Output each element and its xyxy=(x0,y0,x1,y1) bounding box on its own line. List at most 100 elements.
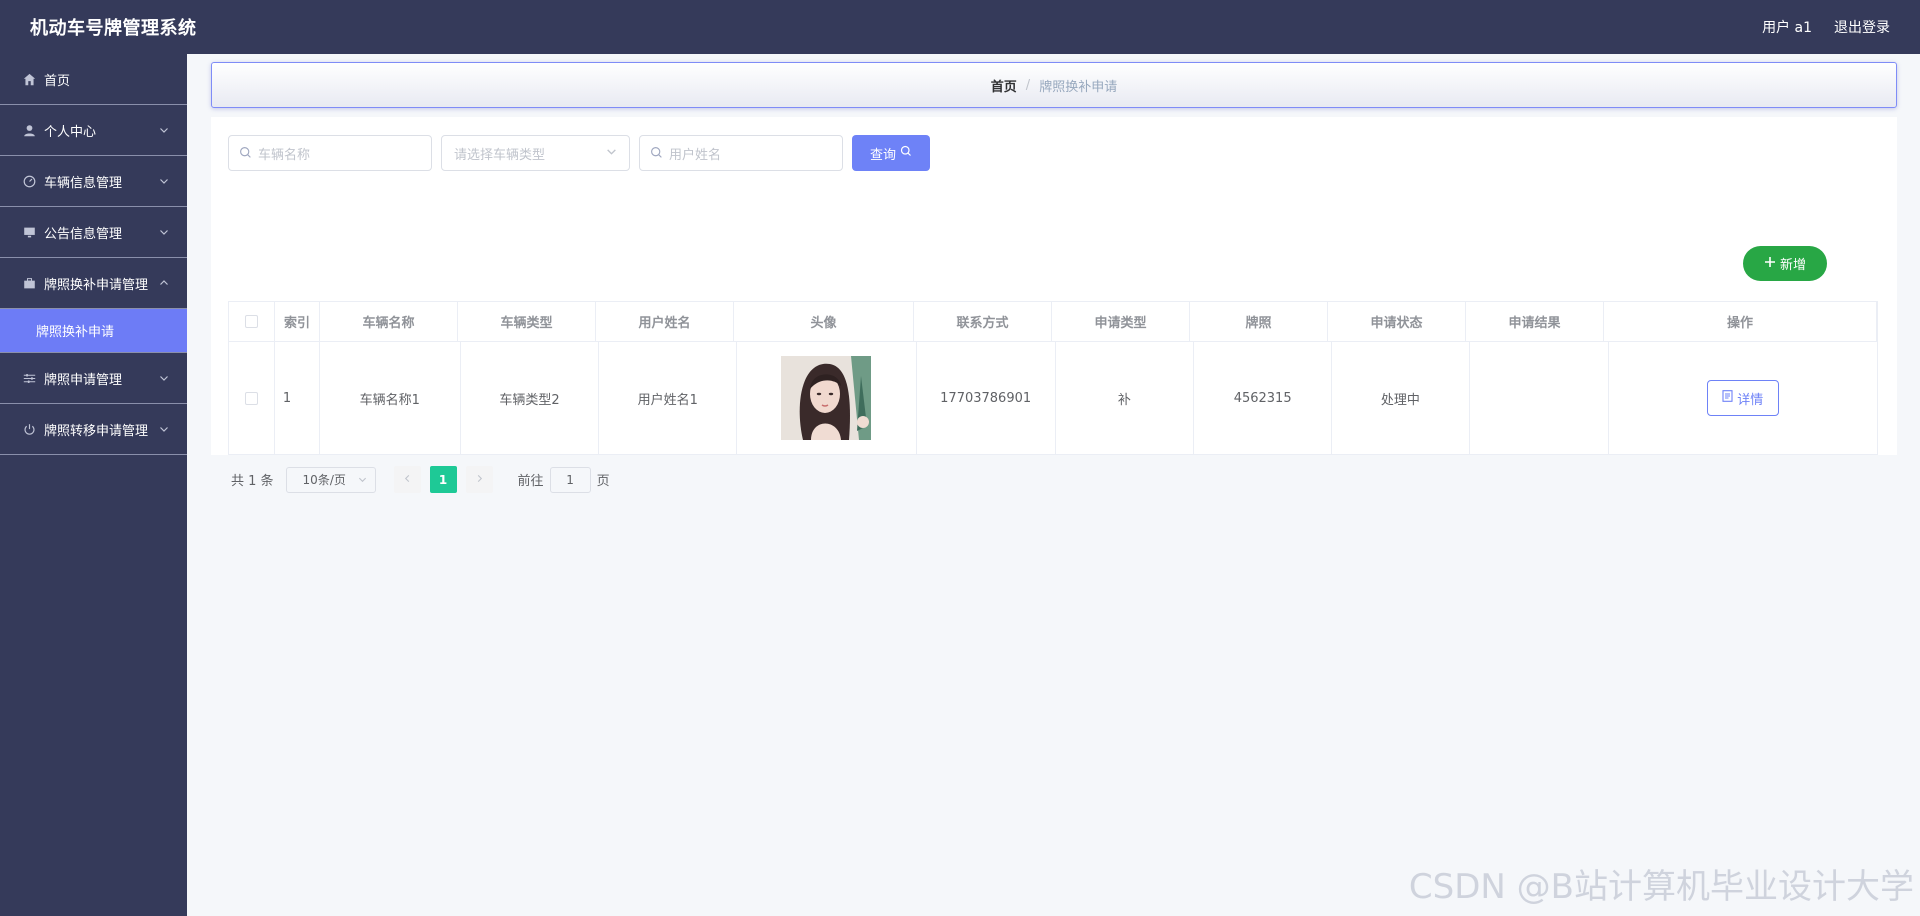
user-name-placeholder: 用户姓名 xyxy=(669,147,722,163)
main-content: 首页 / 牌照换补申请 车辆名称 请选择车辆类型 用户姓名 查询 新增 索引 车… xyxy=(187,54,1920,916)
vehicle-type-select[interactable]: 请选择车辆类型 xyxy=(441,135,630,171)
sidebar-item-label: 首页 xyxy=(44,73,71,89)
query-button[interactable]: 查询 xyxy=(852,135,930,171)
page-size-select[interactable]: 10条/页 xyxy=(285,466,376,493)
sidebar-item-vehicle-info[interactable]: 车辆信息管理 xyxy=(0,156,187,207)
column-header: 车辆类型 xyxy=(458,302,596,341)
goto-suffix: 页 xyxy=(596,474,610,489)
content-panel: 车辆名称 请选择车辆类型 用户姓名 查询 新增 索引 车辆名称 车辆类型 用户姓… xyxy=(211,117,1897,493)
vehicle-name-cell: 车辆名称1 xyxy=(320,342,461,454)
sidebar-item-personal-center[interactable]: 个人中心 xyxy=(0,105,187,156)
user-icon xyxy=(22,123,36,137)
column-header: 车辆名称 xyxy=(320,302,458,341)
home-icon xyxy=(22,72,36,86)
sidebar-item-notice-info[interactable]: 公告信息管理 xyxy=(0,207,187,258)
document-icon xyxy=(1722,390,1733,406)
chevron-down-icon xyxy=(157,422,171,436)
header-select-all xyxy=(229,302,275,341)
top-header: 机动车号牌管理系统 用户 a1 退出登录 xyxy=(0,0,1920,54)
sliders-icon xyxy=(22,371,36,385)
table-header: 索引 车辆名称 车辆类型 用户姓名 头像 联系方式 申请类型 牌照 申请状态 申… xyxy=(228,301,1878,342)
row-select-cell xyxy=(229,342,275,454)
sidebar-item-label: 公告信息管理 xyxy=(44,226,123,242)
sidebar-item-label: 牌照申请管理 xyxy=(44,372,123,388)
action-cell: 详情 xyxy=(1609,342,1879,454)
pagination: 共 1 条 10条/页 1 前往 1 页 xyxy=(231,466,610,493)
monitor-icon xyxy=(22,225,36,239)
breadcrumb: 首页 / 牌照换补申请 xyxy=(211,62,1897,108)
detail-button[interactable]: 详情 xyxy=(1706,380,1779,416)
avatar[interactable] xyxy=(781,356,872,440)
status-cell: 处理中 xyxy=(1332,342,1470,454)
chevron-right-icon xyxy=(475,472,484,487)
breadcrumb-separator: / xyxy=(1025,77,1031,93)
row-checkbox[interactable] xyxy=(244,391,258,405)
chevron-left-icon xyxy=(403,472,412,487)
result-cell xyxy=(1470,342,1609,454)
chevron-down-icon xyxy=(157,174,171,188)
breadcrumb-home[interactable]: 首页 xyxy=(991,76,1017,95)
column-header: 操作 xyxy=(1604,302,1877,341)
sidebar-item-label: 车辆信息管理 xyxy=(44,175,123,191)
plate-cell: 4562315 xyxy=(1194,342,1333,454)
select-all-checkbox[interactable] xyxy=(245,315,258,328)
sidebar-item-plate-apply[interactable]: 牌照申请管理 xyxy=(0,353,187,404)
column-header: 申请类型 xyxy=(1052,302,1190,341)
search-icon xyxy=(239,146,253,160)
search-icon xyxy=(650,146,664,160)
sidebar-item-plate-replace[interactable]: 牌照换补申请管理 xyxy=(0,258,187,309)
table-row: 1 车辆名称1 车辆类型2 用户姓名1 17703786901 补 456231… xyxy=(228,342,1879,455)
index-cell: 1 xyxy=(275,342,320,454)
vehicle-type-cell: 车辆类型2 xyxy=(461,342,600,454)
sidebar-item-label: 牌照换补申请管理 xyxy=(44,277,149,293)
detail-button-label: 详情 xyxy=(1737,392,1764,408)
vehicle-type-placeholder: 请选择车辆类型 xyxy=(454,147,546,163)
sidebar-item-label: 牌照转移申请管理 xyxy=(44,423,149,439)
column-header: 用户姓名 xyxy=(596,302,734,341)
sidebar-subitem-plate-replace-apply[interactable]: 牌照换补申请 xyxy=(0,309,187,353)
vehicle-name-input[interactable]: 车辆名称 xyxy=(228,135,432,171)
column-header: 索引 xyxy=(275,302,320,341)
chevron-down-icon xyxy=(157,225,171,239)
current-user-label[interactable]: 用户 a1 xyxy=(1762,17,1812,37)
page-number-current[interactable]: 1 xyxy=(429,466,457,493)
query-button-label: 查询 xyxy=(869,147,896,163)
apply-type-cell: 补 xyxy=(1056,342,1195,454)
dashboard-icon xyxy=(22,174,36,188)
user-name-input[interactable]: 用户姓名 xyxy=(639,135,843,171)
search-bar: 车辆名称 请选择车辆类型 用户姓名 查询 xyxy=(228,135,930,171)
search-icon xyxy=(900,145,912,161)
prev-page-button[interactable] xyxy=(393,466,421,493)
goto-page-input[interactable]: 1 xyxy=(549,466,591,493)
power-icon xyxy=(22,422,36,436)
data-table: 索引 车辆名称 车辆类型 用户姓名 头像 联系方式 申请类型 牌照 申请状态 申… xyxy=(228,301,1879,455)
pagination-total: 共 1 条 xyxy=(231,474,274,489)
avatar-cell xyxy=(737,342,917,454)
add-button-label: 新增 xyxy=(1779,258,1806,273)
app-title: 机动车号牌管理系统 xyxy=(30,18,197,39)
add-button[interactable]: 新增 xyxy=(1743,246,1827,281)
column-header: 牌照 xyxy=(1190,302,1328,341)
chevron-down-icon xyxy=(157,371,171,385)
plus-icon xyxy=(1764,256,1776,272)
sidebar-item-plate-transfer[interactable]: 牌照转移申请管理 xyxy=(0,404,187,455)
page-size-value: 10条/页 xyxy=(302,473,346,487)
sidebar-menu: 首页 个人中心 车辆信息管理 公告信息管理 牌照换补申请管理 牌照换补申请 牌照… xyxy=(0,54,187,916)
user-name-cell: 用户姓名1 xyxy=(599,342,738,454)
briefcase-icon xyxy=(22,276,36,290)
chevron-up-icon xyxy=(157,276,171,290)
sidebar-item-home[interactable]: 首页 xyxy=(0,54,187,105)
chevron-down-icon xyxy=(157,123,171,137)
header-user-area: 用户 a1 退出登录 xyxy=(1762,17,1890,37)
column-header: 联系方式 xyxy=(914,302,1052,341)
goto-prefix: 前往 xyxy=(517,474,544,489)
chevron-down-icon xyxy=(606,146,617,161)
column-header: 头像 xyxy=(734,302,914,341)
column-header: 申请状态 xyxy=(1328,302,1466,341)
page-goto: 前往 1 页 xyxy=(517,466,610,493)
chevron-down-icon xyxy=(358,473,367,487)
next-page-button[interactable] xyxy=(465,466,493,493)
logout-link[interactable]: 退出登录 xyxy=(1834,17,1890,37)
sidebar-item-label: 个人中心 xyxy=(44,124,97,140)
column-header: 申请结果 xyxy=(1466,302,1604,341)
